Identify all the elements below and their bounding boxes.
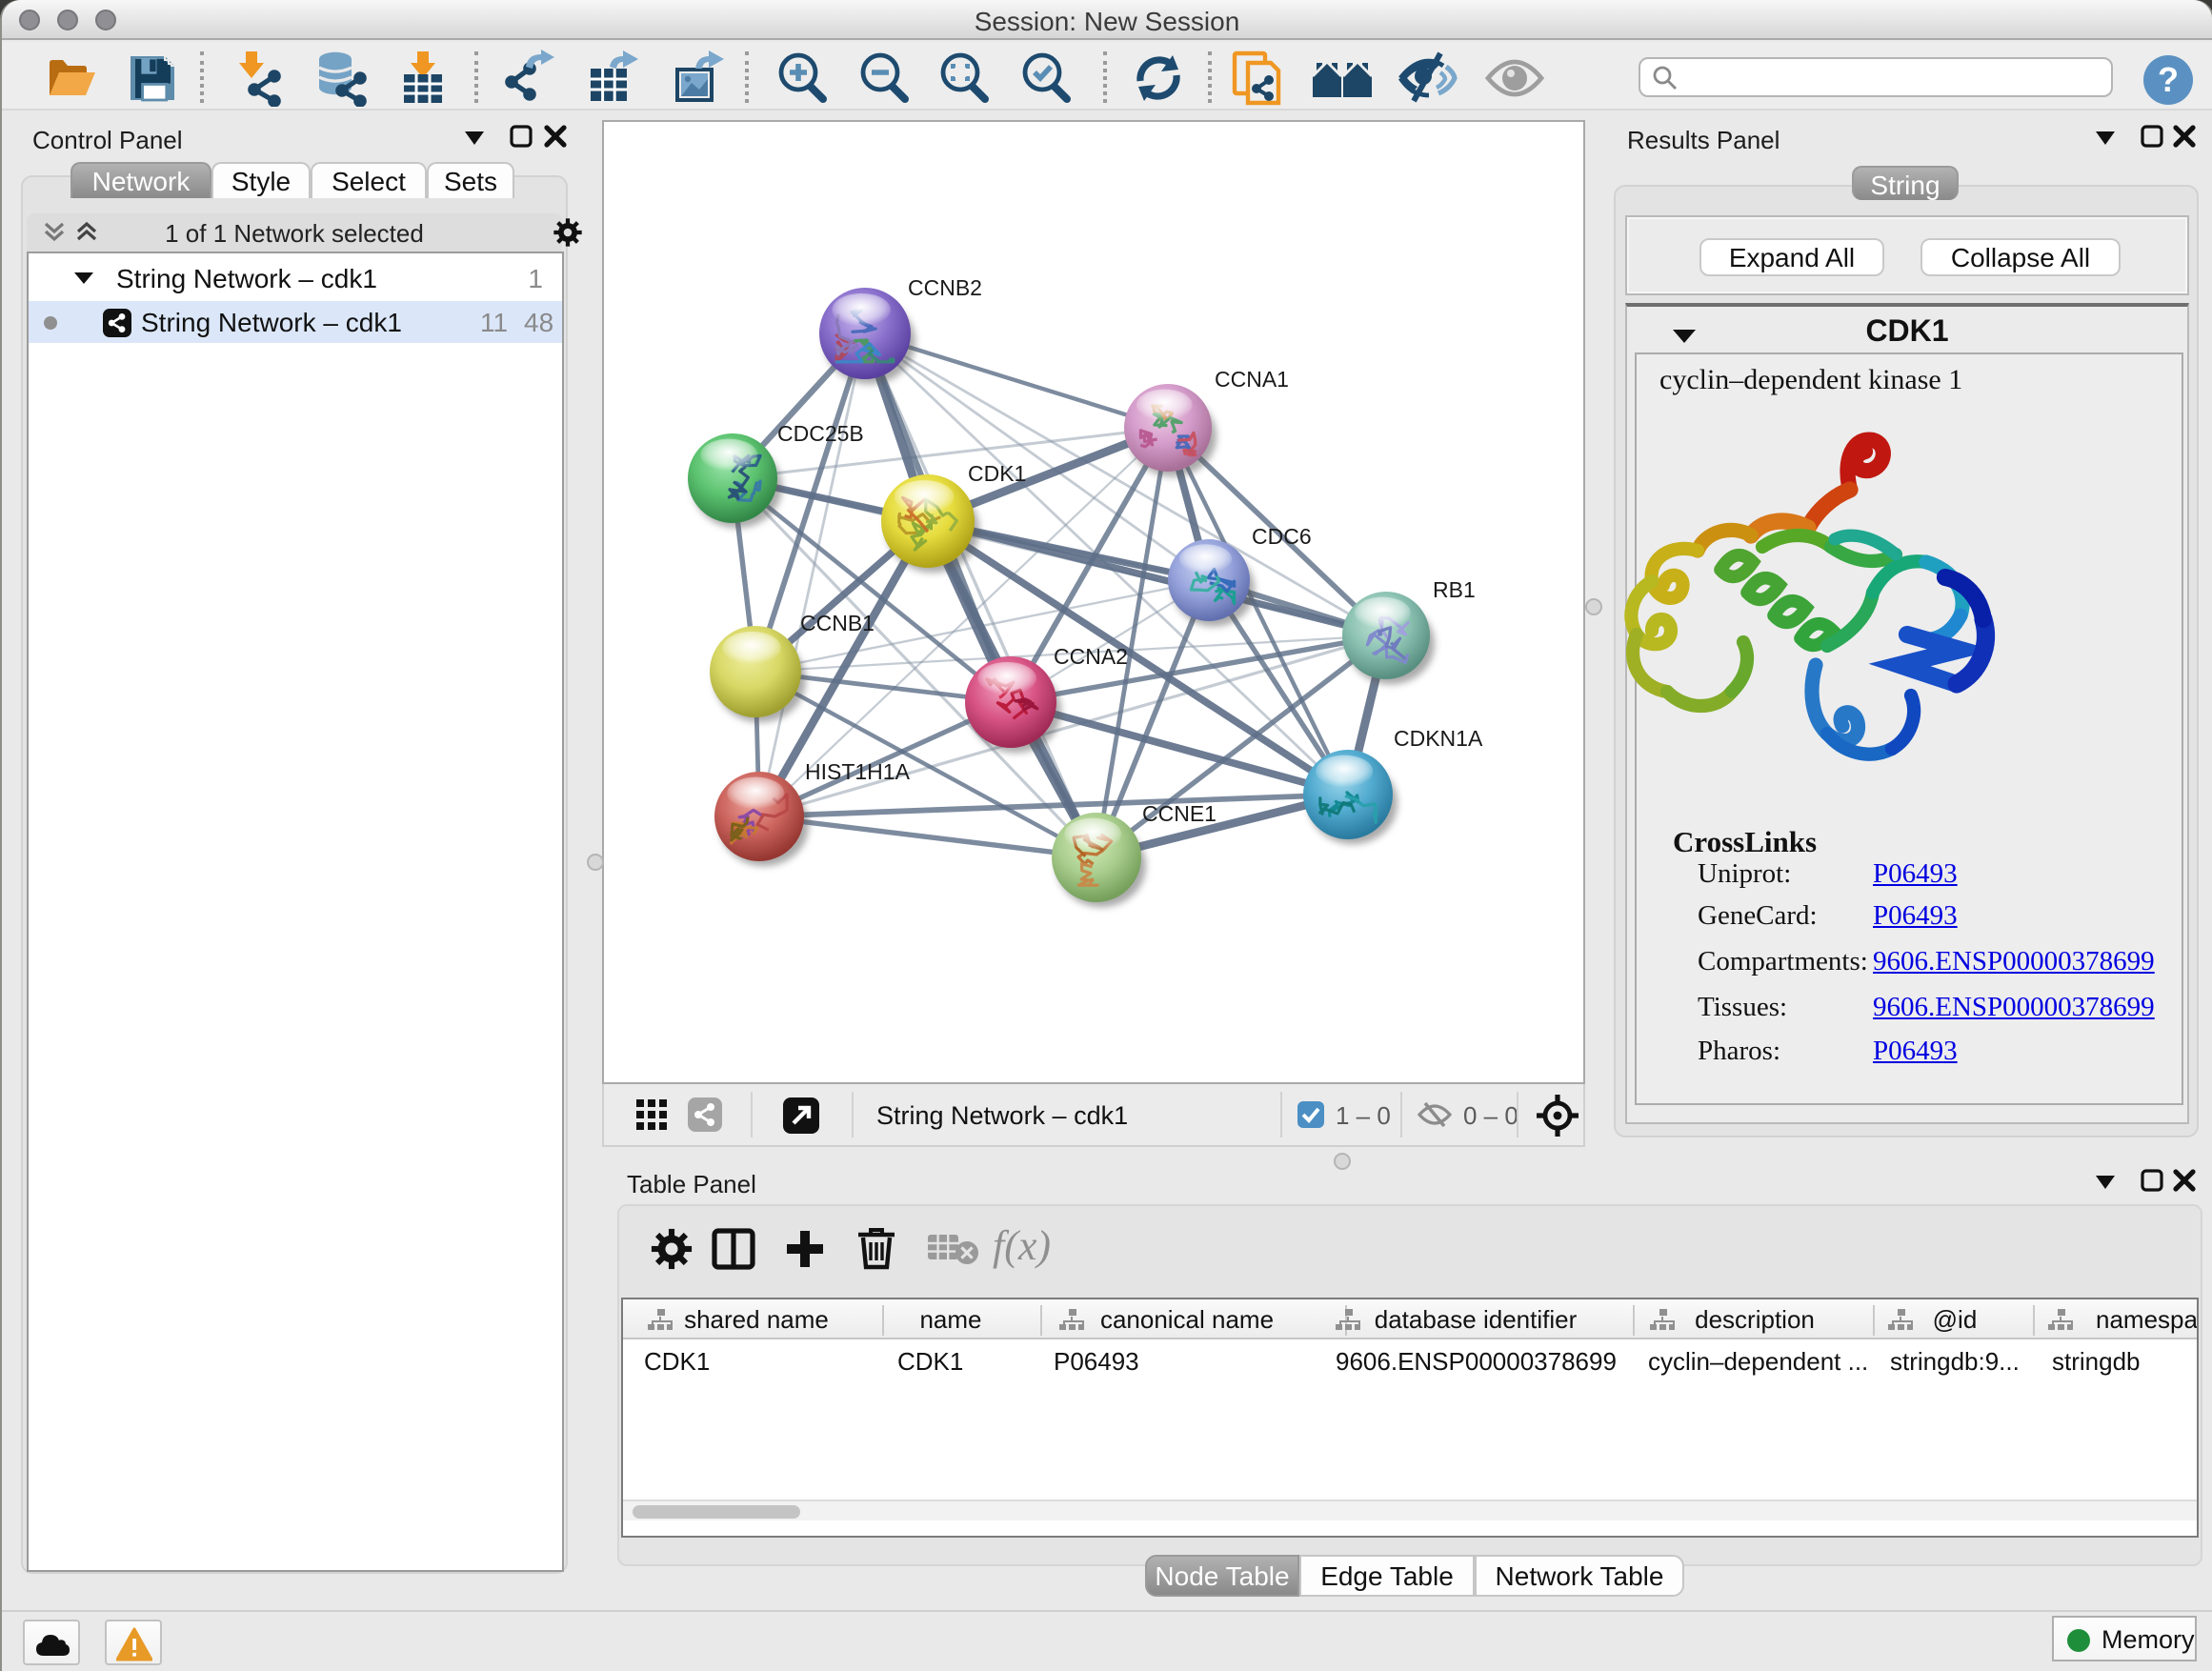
svg-text:CDC6: CDC6 xyxy=(1252,524,1312,549)
svg-text:CCNA2: CCNA2 xyxy=(1054,644,1128,669)
svg-text:CCNE1: CCNE1 xyxy=(1142,801,1217,826)
svg-text:CCNA1: CCNA1 xyxy=(1215,367,1289,392)
svg-text:CDKN1A: CDKN1A xyxy=(1394,726,1483,751)
svg-text:CDK1: CDK1 xyxy=(968,461,1026,486)
svg-text:?: ? xyxy=(2158,60,2179,99)
svg-text:CCNB1: CCNB1 xyxy=(800,611,875,635)
svg-text:CDC25B: CDC25B xyxy=(777,421,864,446)
svg-text:CCNB2: CCNB2 xyxy=(908,275,982,300)
svg-text:RB1: RB1 xyxy=(1433,577,1476,602)
svg-text:HIST1H1A: HIST1H1A xyxy=(805,759,911,784)
